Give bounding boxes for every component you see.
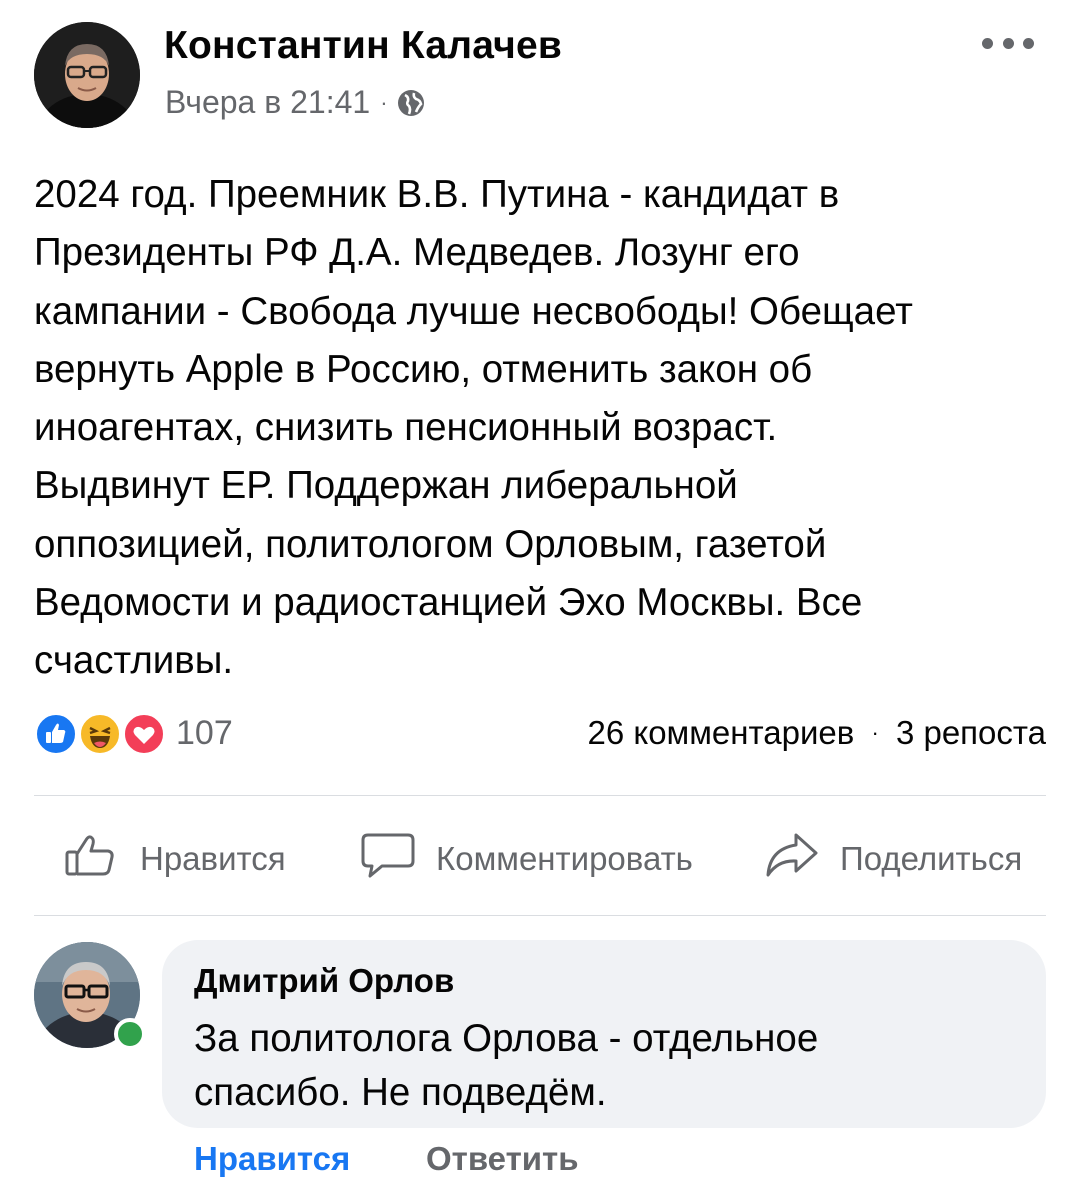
comment-author[interactable]: Дмитрий Орлов (194, 962, 454, 1000)
like-reaction-icon (34, 712, 78, 756)
post-text-line: вернуть Apple в Россию, отменить закон о… (34, 347, 813, 391)
post-header: Константин Калачев Вчера в 21:41 · (34, 22, 1046, 132)
post-text-line: иноагентах, снизить пенсионный возраст. (34, 406, 778, 450)
comment-button-label: Комментировать (436, 840, 693, 877)
post-text-line: 2024 год. Преемник В.В. Путина - кандида… (34, 173, 840, 216)
comments-count[interactable]: 26 комментариев (588, 714, 855, 751)
divider (34, 915, 1046, 916)
share-arrow-icon (764, 831, 820, 887)
post-text-line: Президенты РФ Д.А. Медведев. Лозунг его (34, 231, 800, 275)
post-text: 2024 год. Преемник В.В. Путина - кандида… (34, 166, 1044, 691)
post-meta: Вчера в 21:41 · (165, 84, 426, 121)
engagement-counts: 26 комментариев · 3 репоста (588, 714, 1046, 752)
more-horizontal-icon (982, 37, 993, 49)
reaction-icons[interactable] (34, 712, 168, 756)
online-status-indicator (114, 1018, 146, 1050)
reaction-count[interactable]: 107 (176, 714, 233, 753)
post-timestamp[interactable]: Вчера в 21:41 (165, 84, 370, 121)
post-text-line: кампании - Свобода лучше несвободы! Обещ… (34, 289, 913, 333)
love-reaction-icon (122, 712, 166, 756)
comment-reply-button[interactable]: Ответить (426, 1140, 579, 1178)
comment-button[interactable]: Комментировать (360, 818, 693, 900)
comment-bubble: Дмитрий Орлов За политолога Орлова - отд… (162, 940, 1046, 1128)
shares-count[interactable]: 3 репоста (896, 714, 1046, 751)
divider (34, 795, 1046, 796)
comment-bubble-icon (360, 831, 416, 887)
share-button[interactable]: Поделиться (764, 818, 1022, 900)
like-button[interactable]: Нравится (64, 818, 286, 900)
comment-text-line: спасибо. Не подведём. (194, 1071, 607, 1114)
globe-icon (396, 88, 426, 118)
author-avatar[interactable] (34, 22, 140, 128)
like-button-label: Нравится (140, 840, 286, 877)
post-action-bar: Нравится Комментировать Поделиться (34, 818, 1046, 900)
more-options-button[interactable] (982, 28, 1034, 58)
post-text-line: Выдвинут ЕР. Поддержан либеральной (34, 464, 738, 508)
counts-separator: · (871, 720, 879, 745)
haha-reaction-icon (78, 712, 122, 756)
comment-like-button[interactable]: Нравится (194, 1140, 350, 1178)
author-name[interactable]: Константин Калачев (164, 24, 562, 68)
comment-text-line: За политолога Орлова - отдельное (194, 1017, 819, 1060)
comment-text: За политолога Орлова - отдельное спасибо… (194, 1012, 818, 1120)
post-text-line: Ведомости и радиостанцией Эхо Москвы. Вс… (34, 581, 863, 625)
share-button-label: Поделиться (840, 840, 1023, 877)
meta-separator: · (380, 89, 388, 115)
commenter-avatar[interactable] (34, 942, 146, 1050)
thumbs-up-icon (64, 832, 120, 886)
post-text-line: оппозицией, политологом Орловым, газетой (34, 522, 827, 566)
reactions-summary: 107 26 комментариев · 3 репоста (34, 710, 1046, 756)
post-text-line: счастливы. (34, 639, 234, 683)
